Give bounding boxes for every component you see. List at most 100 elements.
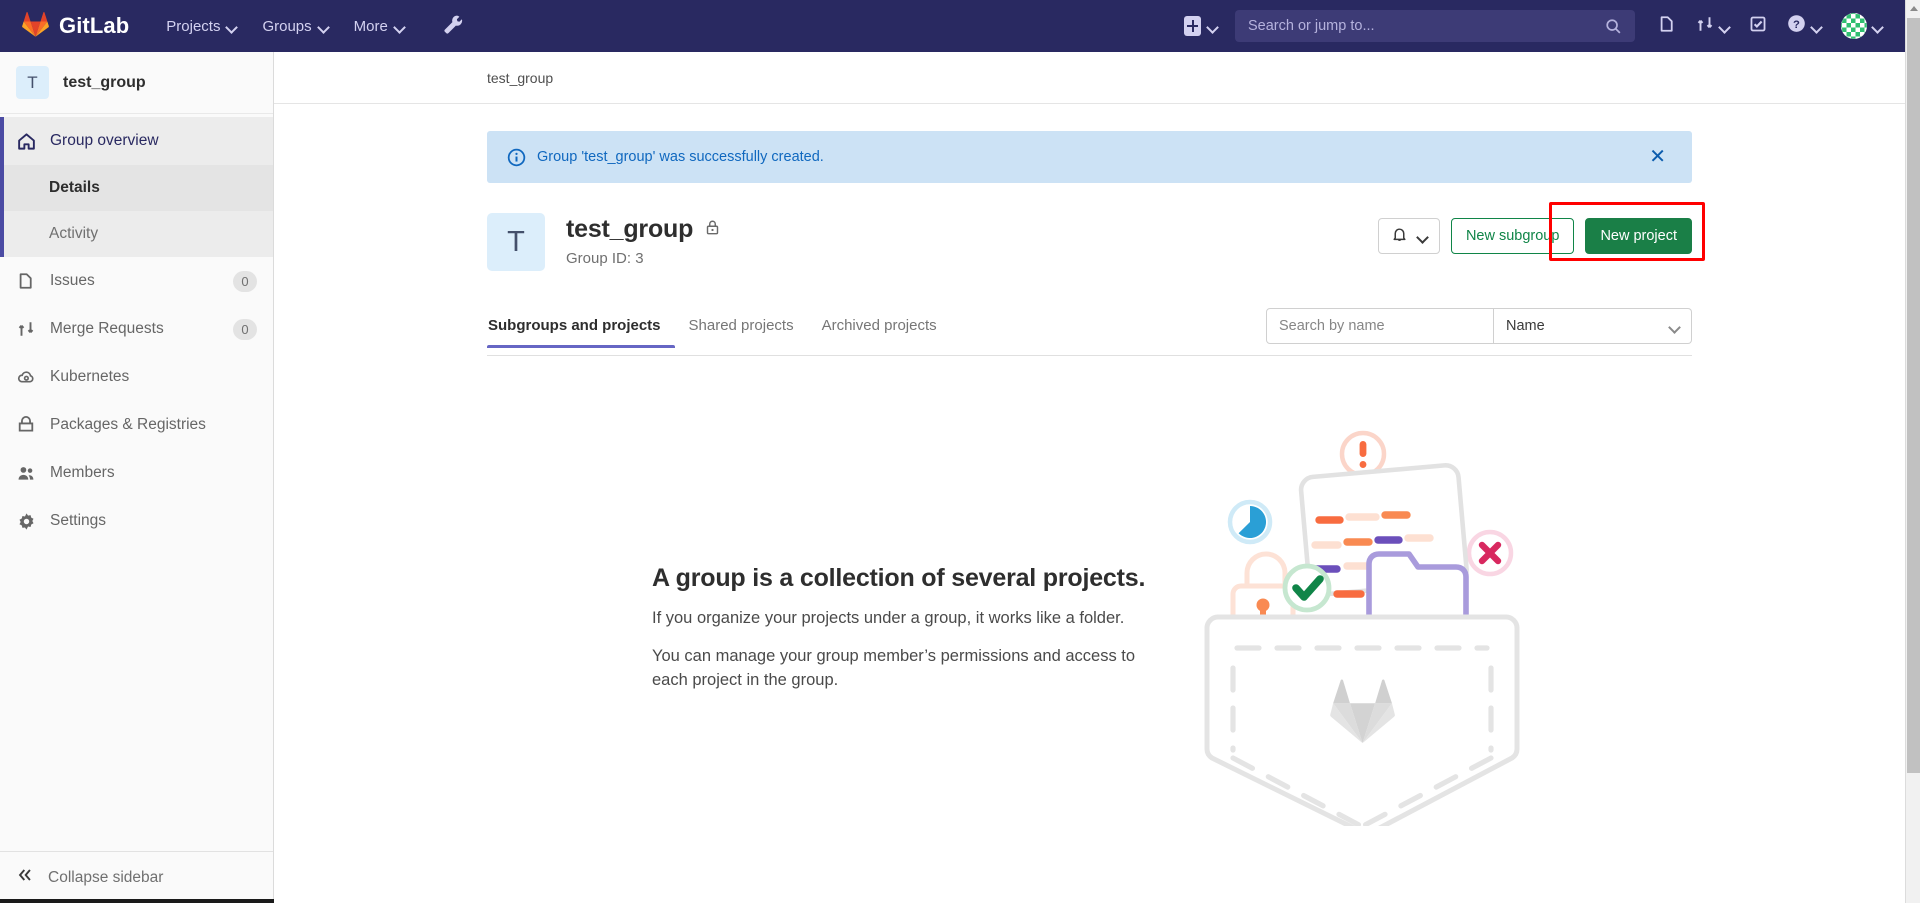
page-title: test_group	[566, 215, 694, 243]
sidebar-item-label: Members	[50, 464, 115, 481]
breadcrumb: test_group	[274, 52, 1905, 104]
avatar	[1841, 13, 1867, 39]
group-header-actions: New subgroup New project	[1377, 202, 1705, 261]
group-header-text: test_group Group ID: 3	[566, 213, 721, 267]
sidebar-subitem-label: Details	[49, 179, 100, 196]
gitlab-wordmark: GitLab	[59, 13, 130, 38]
chevron-down-icon	[227, 22, 236, 31]
main-content: test_group Group 'test_group' was succes…	[274, 52, 1905, 903]
group-empty-pocket-illustration	[1197, 406, 1527, 836]
sidebar-item-group-overview[interactable]: Group overview	[0, 117, 273, 165]
double-chevron-left-icon	[16, 866, 34, 889]
notification-settings-button[interactable]	[1377, 218, 1440, 254]
scrollbar-up-arrow[interactable]	[1906, 0, 1920, 17]
flash-alert: Group 'test_group' was successfully crea…	[487, 131, 1692, 183]
sidebar-item-details[interactable]: Details	[0, 165, 273, 211]
top-navbar: GitLab Projects Groups More Search or ju…	[0, 0, 1905, 52]
group-avatar: T	[487, 213, 545, 271]
bell-icon	[1391, 226, 1408, 247]
sidebar-subitem-label: Activity	[49, 225, 99, 242]
search-by-name-placeholder: Search by name	[1279, 318, 1385, 334]
sidebar-item-packages-registries[interactable]: Packages & Registries	[0, 401, 273, 449]
issues-icon	[1658, 15, 1676, 38]
global-search-input[interactable]: Search or jump to...	[1235, 10, 1635, 42]
issues-icon	[16, 272, 36, 290]
empty-state-title: A group is a collection of several proje…	[652, 564, 1146, 593]
tab-archived-projects[interactable]: Archived projects	[808, 317, 951, 347]
chevron-down-icon	[1873, 22, 1882, 31]
nav-help-button[interactable]: ?	[1778, 7, 1830, 45]
sidebar-item-merge-requests[interactable]: Merge Requests 0	[0, 305, 273, 353]
sidebar-item-label: Kubernetes	[50, 368, 130, 385]
package-icon	[16, 416, 36, 434]
page-scrollbar[interactable]	[1905, 0, 1920, 903]
flash-alert-message: Group 'test_group' was successfully crea…	[537, 149, 824, 165]
tab-subgroups-and-projects[interactable]: Subgroups and projects	[487, 317, 675, 348]
nav-todos-button[interactable]	[1740, 8, 1776, 45]
global-search-placeholder: Search or jump to...	[1248, 18, 1375, 34]
sidebar-item-label: Packages & Registries	[50, 416, 206, 433]
sidebar-nav: Group overview Details Activity Issues 0	[0, 114, 273, 851]
members-icon	[16, 464, 36, 483]
sidebar-subnav: Details Activity	[0, 165, 273, 257]
group-id-label: Group ID: 3	[566, 250, 644, 267]
nav-merge-requests-button[interactable]	[1687, 8, 1738, 45]
group-sidebar: T test_group Group overview Details Acti…	[0, 52, 274, 903]
sidebar-item-label: Merge Requests	[50, 320, 164, 337]
sidebar-item-members[interactable]: Members	[0, 449, 273, 497]
primary-nav-links: Projects Groups More	[155, 11, 415, 42]
projects-filter-controls: Search by name Name	[1266, 308, 1692, 355]
empty-state: A group is a collection of several proje…	[487, 406, 1692, 836]
nav-more[interactable]: More	[343, 11, 415, 42]
sort-by-value: Name	[1506, 318, 1545, 334]
sort-by-select[interactable]: Name	[1494, 308, 1692, 344]
group-header: T test_group Group ID: 3 New subgroup Ne…	[487, 202, 1705, 271]
wrench-icon	[443, 14, 463, 39]
sidebar-item-kubernetes[interactable]: Kubernetes	[0, 353, 273, 401]
info-circle-icon	[507, 148, 526, 167]
sidebar-item-count: 0	[233, 270, 257, 292]
empty-state-text: A group is a collection of several proje…	[652, 544, 1167, 693]
merge-requests-icon	[1696, 15, 1714, 38]
sidebar-item-activity[interactable]: Activity	[0, 211, 273, 257]
new-subgroup-button[interactable]: New subgroup	[1450, 218, 1575, 254]
gear-icon	[16, 512, 36, 531]
sidebar-item-count: 0	[233, 318, 257, 340]
sidebar-group-name: test_group	[63, 73, 146, 91]
group-title-row: test_group	[566, 215, 721, 244]
sidebar-item-label: Issues	[50, 272, 95, 289]
sidebar-item-settings[interactable]: Settings	[0, 497, 273, 545]
navbar-right-section: Search or jump to... ?	[1176, 6, 1891, 46]
gitlab-logo-link[interactable]: GitLab	[22, 11, 129, 42]
chevron-down-icon	[395, 22, 404, 31]
scrollbar-thumb[interactable]	[1907, 18, 1920, 773]
tab-shared-projects[interactable]: Shared projects	[675, 317, 808, 347]
nav-issues-button[interactable]	[1649, 8, 1685, 45]
breadcrumb-item-group[interactable]: test_group	[487, 70, 553, 86]
nav-groups-label: Groups	[262, 17, 312, 35]
search-by-name-input[interactable]: Search by name	[1266, 308, 1494, 344]
sidebar-item-issues[interactable]: Issues 0	[0, 257, 273, 305]
content-container: Group 'test_group' was successfully crea…	[274, 131, 1905, 836]
search-icon	[1605, 18, 1622, 35]
todos-icon	[1749, 15, 1767, 38]
collapse-sidebar-button[interactable]: Collapse sidebar	[0, 851, 273, 903]
chevron-down-icon	[1812, 22, 1821, 31]
empty-state-paragraph-2: You can manage your group member’s permi…	[652, 647, 1136, 689]
home-icon	[16, 132, 36, 151]
nav-projects[interactable]: Projects	[155, 11, 247, 42]
chevron-down-icon	[1418, 232, 1427, 241]
close-icon[interactable]: ✕	[1643, 143, 1672, 171]
chevron-down-icon	[319, 22, 328, 31]
merge-requests-icon	[16, 320, 36, 338]
user-menu-button[interactable]	[1832, 6, 1891, 46]
projects-tabs-row: Subgroups and projects Shared projects A…	[487, 308, 1692, 356]
create-new-button[interactable]	[1176, 10, 1225, 42]
admin-area-button[interactable]	[437, 8, 469, 45]
chevron-down-icon	[1208, 22, 1217, 31]
new-project-button[interactable]: New project	[1585, 218, 1692, 254]
nav-groups[interactable]: Groups	[251, 11, 338, 42]
sidebar-context-header[interactable]: T test_group	[0, 52, 273, 114]
projects-tabs: Subgroups and projects Shared projects A…	[487, 317, 951, 348]
chevron-down-icon	[1670, 322, 1679, 331]
